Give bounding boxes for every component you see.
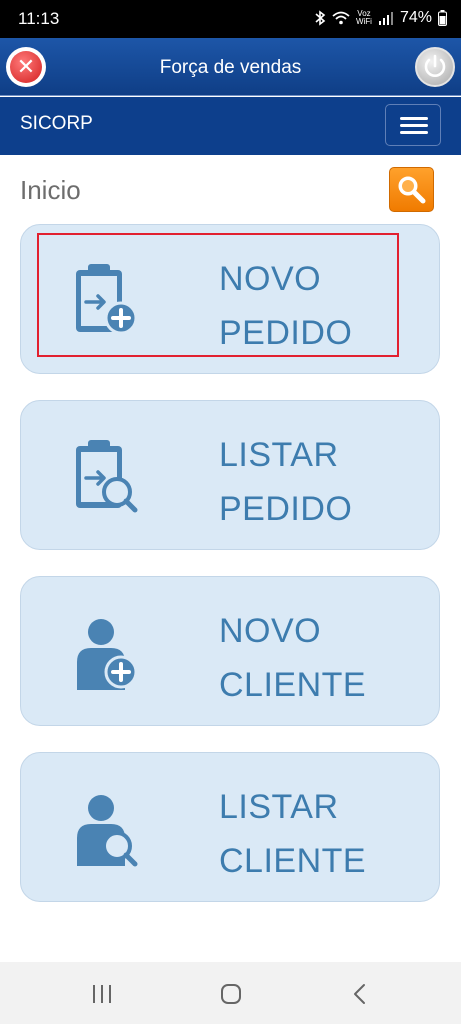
- power-button[interactable]: [415, 47, 455, 87]
- card-label: LISTAR CLIENTE: [219, 780, 366, 888]
- battery-icon: [438, 10, 447, 26]
- recent-apps-icon[interactable]: [90, 983, 114, 1005]
- menu-button[interactable]: [385, 104, 441, 146]
- app-titlebar: ✕ Força de vendas: [0, 38, 461, 96]
- search-icon: [398, 176, 426, 204]
- navbar: SICORP: [0, 97, 461, 155]
- status-time: 11:13: [18, 9, 60, 28]
- power-icon: [424, 54, 446, 77]
- card-label-line1: LISTAR: [219, 788, 339, 826]
- card-listar-cliente[interactable]: LISTAR CLIENTE: [20, 752, 440, 902]
- wifi-icon: [332, 11, 350, 25]
- status-icons: Voz WiFi 74%: [314, 9, 447, 27]
- card-novo-pedido[interactable]: NOVO PEDIDO: [20, 224, 440, 374]
- card-label-line1: NOVO: [219, 260, 322, 298]
- bluetooth-icon: [315, 10, 326, 26]
- hamburger-menu-icon-bar: [400, 124, 428, 127]
- card-label: LISTAR PEDIDO: [219, 428, 352, 536]
- card-label: NOVO CLIENTE: [219, 604, 366, 712]
- signal-icon: [378, 12, 393, 25]
- app-title: Força de vendas: [159, 57, 302, 78]
- status-bar: 11:13 Voz WiFi 74%: [0, 0, 461, 38]
- search-button[interactable]: [389, 167, 434, 212]
- page-title: Inicio: [20, 175, 81, 205]
- card-label: NOVO PEDIDO: [219, 252, 352, 360]
- card-label-line2: CLIENTE: [219, 666, 367, 704]
- wifi-label: WiFi: [355, 17, 372, 26]
- card-listar-pedido[interactable]: LISTAR PEDIDO: [20, 400, 440, 550]
- hamburger-menu-icon-bar: [400, 131, 428, 134]
- hamburger-menu-icon: [400, 117, 428, 120]
- battery-percent: 74%: [399, 9, 432, 26]
- card-label-line1: NOVO: [219, 612, 322, 650]
- user-add-icon: [77, 619, 138, 690]
- clipboard-add-icon: [76, 264, 138, 335]
- back-icon[interactable]: [350, 982, 370, 1006]
- system-navigation-bar: [0, 962, 461, 1024]
- home-icon[interactable]: [219, 982, 243, 1006]
- card-label-line2: PEDIDO: [219, 490, 353, 528]
- card-novo-cliente[interactable]: NOVO CLIENTE: [20, 576, 440, 726]
- brand-label: SICORP: [20, 113, 93, 134]
- card-label-line1: LISTAR: [219, 436, 339, 474]
- voz-wifi-indicator: Voz WiFi: [356, 10, 372, 26]
- clipboard-search-icon: [76, 440, 138, 513]
- user-search-icon: [77, 795, 138, 867]
- card-label-line2: PEDIDO: [219, 314, 353, 352]
- card-label-line2: CLIENTE: [219, 842, 367, 880]
